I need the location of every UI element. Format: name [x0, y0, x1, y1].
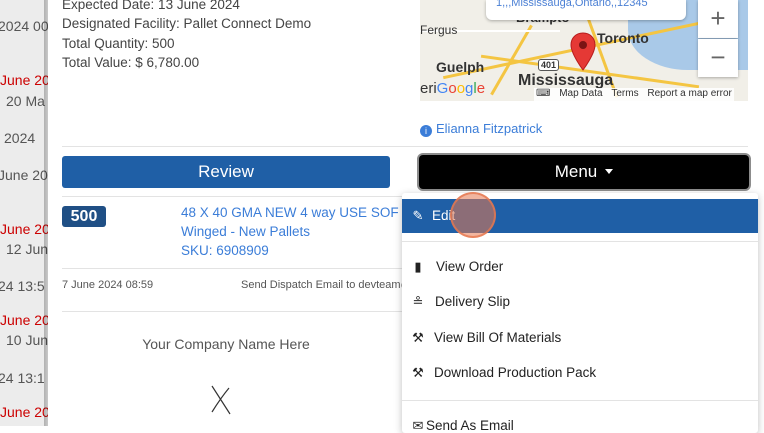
menu-separator: [402, 241, 758, 242]
menu-item-label: Download Production Pack: [434, 365, 597, 380]
assigned-user-link[interactable]: i Elianna Fitzpatrick: [420, 121, 542, 137]
menu-item-download-production-pack[interactable]: ⚒ Download Production Pack: [402, 356, 758, 390]
background-list-text: 2024: [4, 130, 36, 146]
map-label-toronto: Toronto: [597, 30, 649, 46]
background-list-text: 2024 00: [0, 18, 48, 34]
map-zoom-in-button[interactable]: +: [698, 0, 738, 38]
hammer-icon: ⚒: [412, 365, 424, 380]
google-logo-letter: o: [448, 80, 457, 97]
hammer-icon: ⚒: [412, 330, 424, 345]
google-logo-letter: G: [436, 80, 449, 97]
menu-item-label: View Bill Of Materials: [434, 330, 562, 345]
background-list-text: 24 13:1: [0, 370, 45, 386]
total-value: Total Value: $ 6,780.00: [62, 55, 200, 70]
map-popup-address: 1,,,Mississauga,Ontario,,12345: [496, 0, 648, 9]
route-401-shield: 401: [538, 59, 560, 71]
map-marker-icon[interactable]: [570, 32, 596, 72]
menu-item-label: View Order: [436, 259, 504, 274]
background-list-text: 10 Jun: [6, 332, 48, 348]
divider: [62, 311, 402, 312]
pdf-icon: ▮: [414, 259, 422, 274]
divider: [62, 268, 402, 269]
keyboard-icon[interactable]: ⌨: [536, 88, 550, 99]
review-button[interactable]: Review: [62, 156, 390, 188]
info-icon: i: [420, 125, 432, 137]
background-order-list: 2024 00 June 20 20 Ma 2024 June 20 June …: [0, 0, 48, 426]
google-logo-letter: o: [456, 80, 466, 97]
background-list-text: June 20: [0, 404, 48, 420]
product-sku[interactable]: SKU: 6908909: [181, 243, 269, 258]
total-quantity: Total Quantity: 500: [62, 36, 175, 51]
caret-down-icon: [605, 169, 614, 174]
divider: [62, 146, 748, 147]
background-list-text: June 20: [0, 312, 48, 328]
map-info-popup: 1,,,Mississauga,Ontario,,12345: [486, 0, 686, 20]
log-message: Send Dispatch Email to devteam@: [241, 279, 412, 291]
menu-item-delivery-slip[interactable]: ≗ Delivery Slip: [402, 285, 758, 319]
background-list-text: June 20: [0, 72, 48, 88]
google-logo-letter: e: [476, 80, 486, 97]
assigned-user-name[interactable]: Elianna Fitzpatrick: [436, 121, 542, 136]
divider: [62, 196, 402, 197]
product-name-link[interactable]: 48 X 40 GMA NEW 4 way USE SOF: [181, 205, 399, 220]
delivery-icon: ≗: [412, 294, 424, 309]
designated-facility: Designated Facility: Pallet Connect Demo: [62, 16, 312, 31]
background-list-text: 20 Ma: [6, 93, 45, 109]
map-data-link[interactable]: Map Data: [559, 88, 602, 99]
signature-mark: [211, 385, 231, 415]
background-list-text: 24 13:5: [0, 278, 45, 294]
click-indicator: [450, 192, 496, 238]
map-label-fergus: Fergus: [420, 23, 458, 37]
background-list-text: 12 Jun: [6, 241, 48, 257]
google-logo: eriGoogle: [420, 80, 485, 97]
quantity-badge: 500: [62, 206, 106, 227]
edit-icon: ✎: [412, 208, 424, 223]
map-report-link[interactable]: Report a map error: [647, 88, 731, 99]
menu-separator: [402, 400, 758, 401]
log-timestamp: 7 June 2024 08:59: [62, 279, 154, 291]
menu-item-view-order[interactable]: ▮ View Order: [402, 250, 758, 284]
menu-item-view-bill-of-materials[interactable]: ⚒ View Bill Of Materials: [402, 321, 758, 355]
map-label-guelph: Guelph: [436, 59, 485, 75]
expected-date: Expected Date: 13 June 2024: [62, 0, 240, 12]
map-attribution: ⌨ Map Data Terms Report a map error: [534, 88, 734, 101]
menu-button[interactable]: Menu: [419, 155, 749, 189]
google-logo-prefix: eri: [420, 80, 437, 97]
background-list-text: June 20: [0, 167, 48, 183]
product-category-link[interactable]: Winged - New Pallets: [181, 224, 310, 239]
menu-button-label: Menu: [554, 162, 598, 181]
menu-item-send-as-email[interactable]: ✉ Send As Email: [402, 409, 758, 433]
map-terms-link[interactable]: Terms: [611, 88, 638, 99]
menu-item-label: Delivery Slip: [435, 294, 511, 309]
company-name-placeholder: Your Company Name Here: [142, 336, 310, 352]
map-zoom-out-button[interactable]: −: [698, 39, 738, 77]
background-list-text: June 20: [0, 221, 48, 237]
